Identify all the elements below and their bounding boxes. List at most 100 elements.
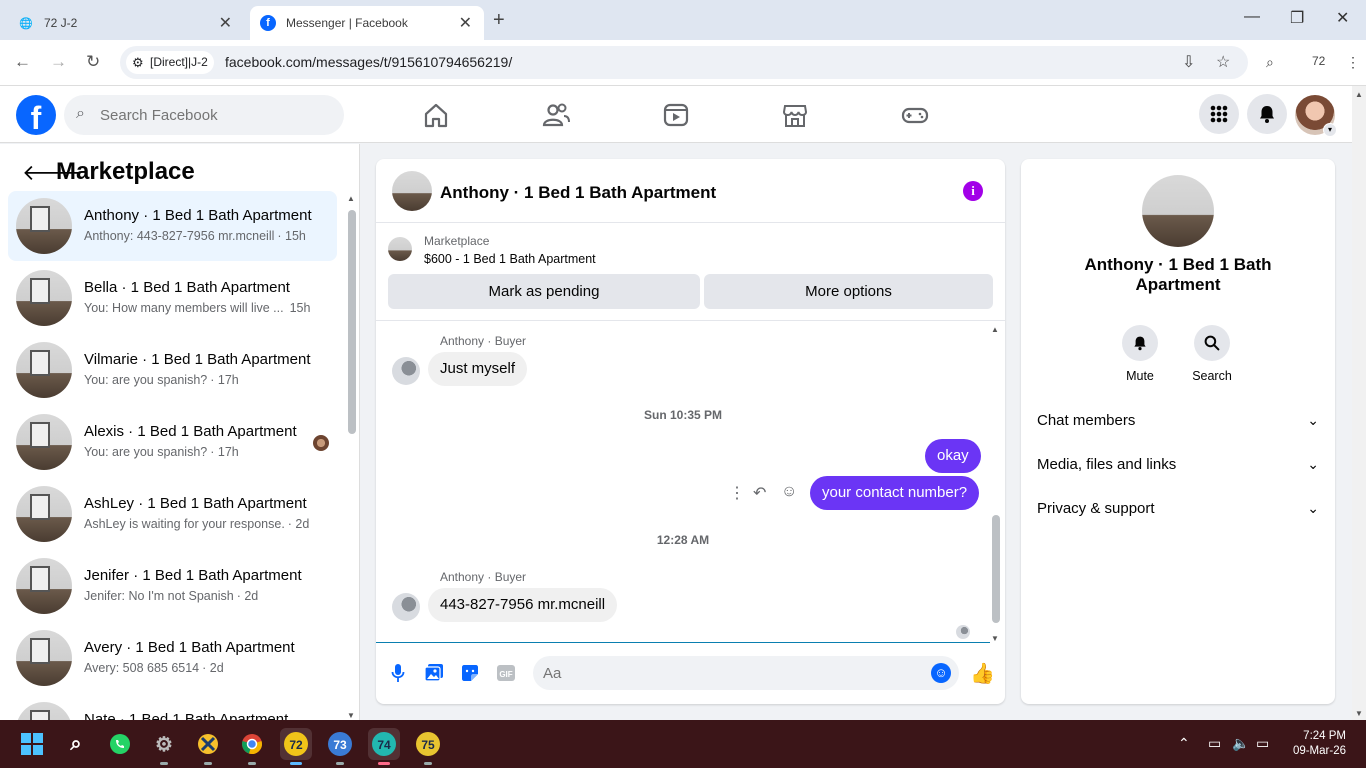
profile-badge[interactable]: 72 bbox=[1312, 54, 1325, 68]
scrollbar-thumb[interactable] bbox=[348, 210, 356, 434]
conversation-item[interactable]: Anthony · 1 Bed 1 Bath Apartment Anthony… bbox=[8, 191, 337, 261]
search-input[interactable] bbox=[100, 103, 330, 127]
more-options-button[interactable]: More options bbox=[704, 274, 993, 309]
sender-avatar[interactable] bbox=[392, 357, 420, 385]
page-scrollbar[interactable]: ▲ ▼ bbox=[1352, 86, 1366, 720]
install-app-icon[interactable]: ⇩ bbox=[1182, 52, 1195, 72]
message-input[interactable] bbox=[543, 663, 913, 683]
forward-icon[interactable]: → bbox=[50, 52, 67, 72]
search-in-conversation-button[interactable]: Search bbox=[1182, 325, 1242, 383]
settings-gear-icon[interactable]: ⚙ bbox=[148, 728, 180, 765]
battery-icon[interactable]: ▭ bbox=[1256, 735, 1269, 752]
system-clock[interactable]: 7:24 PM 09-Mar-26 bbox=[1293, 729, 1346, 759]
back-icon[interactable]: ← bbox=[14, 52, 31, 72]
thumbs-up-like-icon[interactable]: 👍 bbox=[970, 661, 995, 686]
bookmark-star-icon[interactable]: ☆ bbox=[1216, 52, 1230, 72]
windows-taskbar: ⌕ ⚙ 72 73 74 75 ⌃ ▭ 🔈 ▭ 7:24 PM 09-Mar-2… bbox=[0, 720, 1366, 768]
profile-avatar[interactable]: ▾ bbox=[1295, 95, 1337, 137]
windows-start-icon[interactable] bbox=[16, 728, 48, 760]
facebook-search[interactable]: ⌕ bbox=[64, 95, 344, 135]
conversation-item[interactable]: Jenifer · 1 Bed 1 Bath Apartment Jenifer… bbox=[8, 551, 337, 621]
notifications-bell-icon[interactable] bbox=[1247, 94, 1287, 134]
privacy-support-section[interactable]: Privacy & support ⌄ bbox=[1037, 500, 1319, 524]
network-icon[interactable]: ▭ bbox=[1208, 735, 1221, 752]
scroll-up-icon[interactable]: ▲ bbox=[347, 194, 355, 203]
conversation-item[interactable]: Vilmarie · 1 Bed 1 Bath Apartment You: a… bbox=[8, 335, 337, 405]
sender-label: Anthony · Buyer bbox=[440, 570, 527, 584]
react-emoji-icon[interactable]: ☺ bbox=[781, 483, 797, 501]
volume-icon[interactable]: 🔈 bbox=[1232, 735, 1249, 752]
scroll-up-icon[interactable]: ▲ bbox=[1355, 90, 1363, 99]
sticker-icon[interactable] bbox=[459, 662, 481, 684]
friends-icon[interactable] bbox=[541, 100, 571, 130]
conversation-item[interactable]: AshLey · 1 Bed 1 Bath Apartment AshLey i… bbox=[8, 479, 337, 549]
taskbar-app-75[interactable]: 75 bbox=[412, 728, 444, 765]
facebook-logo-icon[interactable]: f bbox=[16, 95, 56, 136]
listing-thumbnail bbox=[16, 414, 72, 470]
chat-avatar[interactable] bbox=[392, 171, 432, 211]
search-icon[interactable]: ⌕ bbox=[60, 728, 92, 760]
whatsapp-icon[interactable] bbox=[104, 728, 136, 760]
mute-button[interactable]: Mute bbox=[1110, 325, 1170, 383]
site-info-chip[interactable]: ⚙ [Direct]|J-2 bbox=[126, 51, 214, 74]
sidebar-scrollbar[interactable]: ▲ ▼ bbox=[346, 194, 356, 720]
scroll-down-icon[interactable]: ▼ bbox=[991, 634, 999, 643]
conversation-item[interactable]: Avery · 1 Bed 1 Bath Apartment Avery: 50… bbox=[8, 623, 337, 693]
conversation-avatar[interactable] bbox=[1142, 175, 1214, 247]
app-icon[interactable] bbox=[192, 728, 224, 765]
conversation-item[interactable]: Nate · 1 Bed 1 Bath Apartment bbox=[8, 695, 337, 720]
tab-search-icon[interactable]: ⌕ bbox=[1266, 54, 1274, 71]
maximize-icon[interactable]: ❐ bbox=[1290, 8, 1304, 28]
new-tab-icon[interactable]: + bbox=[493, 9, 505, 32]
photo-gallery-icon[interactable] bbox=[423, 662, 445, 684]
listing-price-title[interactable]: $600 - 1 Bed 1 Bath Apartment bbox=[424, 252, 596, 266]
browser-tab-1[interactable]: 🌐 72 J-2 ✕ bbox=[8, 6, 244, 40]
incoming-message[interactable]: 443-827-7956 mr.mcneill bbox=[428, 588, 618, 622]
home-icon[interactable] bbox=[421, 100, 451, 130]
emoji-icon[interactable]: ☺ bbox=[931, 663, 951, 683]
microphone-icon[interactable] bbox=[387, 662, 409, 684]
menu-dots-icon[interactable]: ⋮ bbox=[1346, 54, 1360, 71]
mark-as-pending-button[interactable]: Mark as pending bbox=[388, 274, 700, 309]
outgoing-message[interactable]: your contact number? bbox=[810, 476, 980, 510]
taskbar-app-73[interactable]: 73 bbox=[324, 728, 356, 765]
chat-scrollbar[interactable]: ▲ ▼ bbox=[990, 325, 1002, 643]
outgoing-message[interactable]: okay bbox=[925, 439, 981, 473]
media-files-links-section[interactable]: Media, files and links ⌄ bbox=[1037, 456, 1319, 480]
message-composer[interactable]: ☺ bbox=[533, 656, 959, 690]
divider bbox=[376, 320, 1005, 321]
menu-grid-icon[interactable] bbox=[1199, 94, 1239, 134]
reload-icon[interactable]: ↻ bbox=[86, 52, 100, 72]
scroll-down-icon[interactable]: ▼ bbox=[347, 711, 355, 720]
chrome-icon[interactable] bbox=[236, 728, 268, 765]
marketplace-icon[interactable] bbox=[780, 100, 810, 130]
incoming-message[interactable]: Just myself bbox=[428, 352, 528, 386]
close-tab-icon[interactable]: ✕ bbox=[219, 13, 232, 33]
reply-icon[interactable]: ↶ bbox=[753, 483, 766, 503]
more-actions-icon[interactable]: ⋮ bbox=[729, 483, 745, 503]
url-text[interactable]: facebook.com/messages/t/915610794656219/ bbox=[225, 54, 512, 70]
gaming-icon[interactable] bbox=[900, 100, 930, 130]
close-window-icon[interactable]: ✕ bbox=[1336, 8, 1349, 28]
scrollbar-thumb[interactable] bbox=[992, 515, 1000, 623]
svg-text:73: 73 bbox=[333, 738, 347, 752]
conversation-item[interactable]: Alexis · 1 Bed 1 Bath Apartment You: are… bbox=[8, 407, 337, 477]
gif-icon[interactable]: GIF bbox=[495, 662, 517, 684]
taskbar-app-72[interactable]: 72 bbox=[280, 728, 312, 765]
listing-thumbnail bbox=[16, 270, 72, 326]
video-icon[interactable] bbox=[661, 100, 691, 130]
omnibox[interactable]: ⚙ [Direct]|J-2 facebook.com/messages/t/9… bbox=[120, 46, 1248, 79]
close-tab-icon[interactable]: ✕ bbox=[459, 13, 472, 33]
minimize-icon[interactable]: — bbox=[1244, 8, 1260, 26]
scroll-up-icon[interactable]: ▲ bbox=[991, 325, 999, 334]
conversation-item[interactable]: Bella · 1 Bed 1 Bath Apartment You: How … bbox=[8, 263, 337, 333]
scroll-down-icon[interactable]: ▼ bbox=[1355, 709, 1363, 718]
taskbar-app-74[interactable]: 74 bbox=[368, 728, 400, 765]
chat-title[interactable]: Anthony · 1 Bed 1 Bath Apartment bbox=[440, 183, 716, 203]
show-hidden-icons-chevron-icon[interactable]: ⌃ bbox=[1178, 735, 1190, 752]
chat-members-section[interactable]: Chat members ⌄ bbox=[1037, 412, 1319, 436]
info-icon[interactable]: i bbox=[963, 181, 983, 201]
sender-avatar[interactable] bbox=[392, 593, 420, 621]
section-label: Chat members bbox=[1037, 412, 1136, 429]
browser-tab-2[interactable]: f Messenger | Facebook ✕ bbox=[250, 6, 484, 40]
